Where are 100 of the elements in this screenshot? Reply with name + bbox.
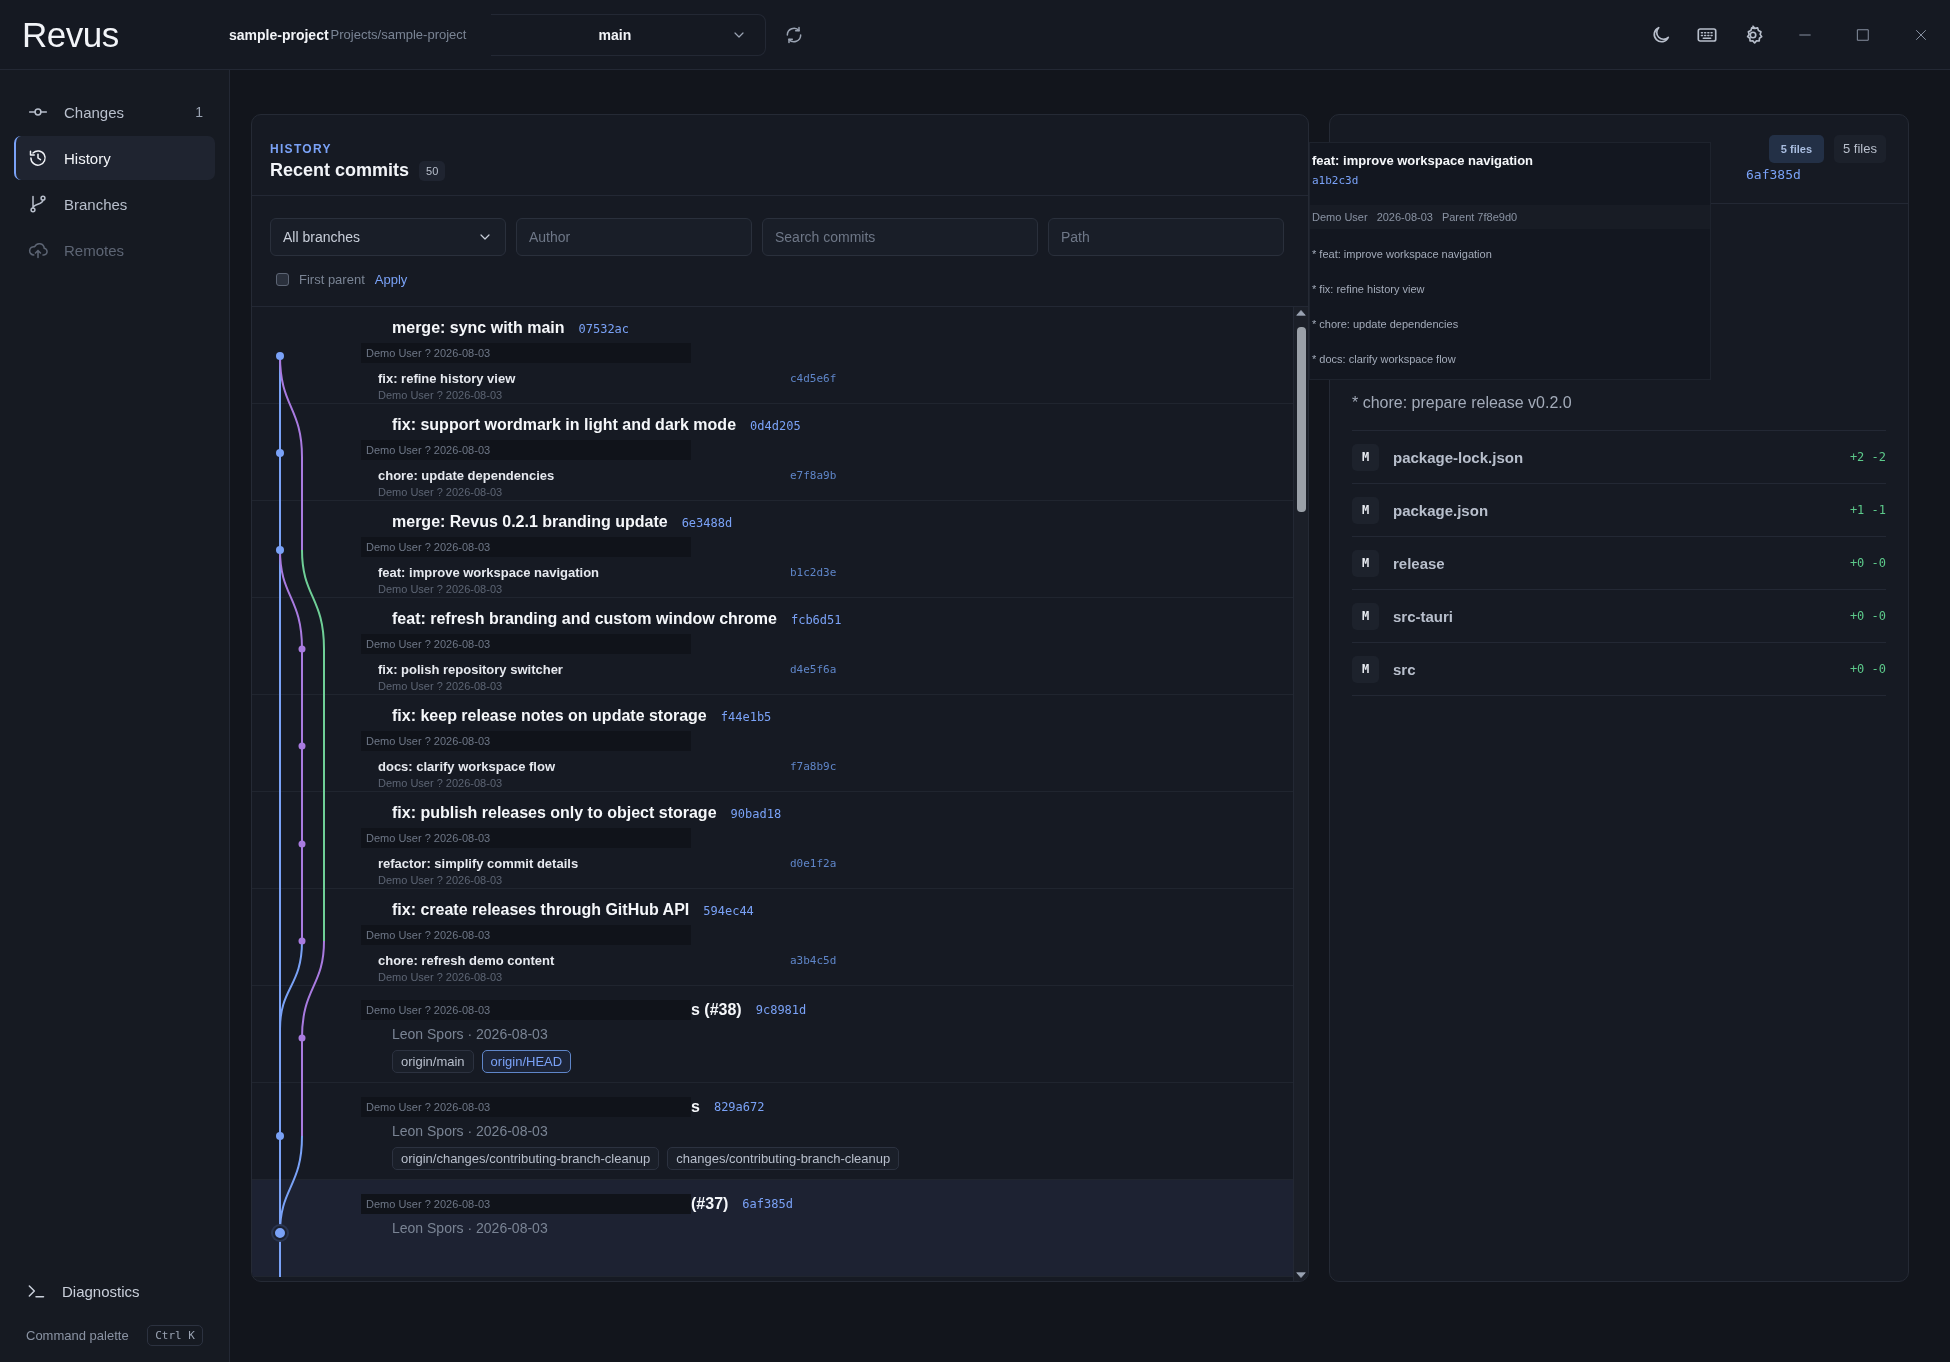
commit-title: fix: support wordmark in light and dark mode: [392, 416, 737, 434]
diff-stat: +2 -2: [1849, 450, 1886, 464]
commit-date: 2026-08-03: [1376, 211, 1433, 223]
commit-dot: [276, 449, 284, 457]
scroll-down-icon[interactable]: [1295, 1269, 1307, 1281]
status-badge: M: [1352, 549, 1379, 577]
commit-row[interactable]: fix: keep release notes on update storage f44e1b5 Demo User ? 2026-08-03 docs: clarify workspace flow f7a8b9c Demo User ? 2026-08-03: [252, 695, 1293, 792]
commit-hash: 6af385d: [742, 1197, 793, 1211]
file-name[interactable]: package.json: [1393, 501, 1850, 519]
commit-author: Leon Spors · 2026-08-03: [392, 1026, 548, 1042]
commit-title: fix: keep release notes on update storage: [392, 707, 707, 725]
commit-hash: a3b4c5d: [790, 953, 837, 967]
commit-meta: Demo User ? 2026-08-03: [378, 971, 503, 983]
commit-row[interactable]: Demo User ? 2026-08-03 s 829a672 Leon Spors · 2026-08-03 origin/changes/contributing-branch-cleanup changes/contributing-branch-cleanup: [252, 1083, 1293, 1180]
commit-title: s (#38): [691, 1001, 742, 1019]
commit-row[interactable]: fix: create releases through GitHub API 594ec44 Demo User ? 2026-08-03 chore: refresh demo content a3b4c5d Demo User ? 2026-08-03: [252, 889, 1293, 986]
status-badge: M: [1352, 602, 1379, 630]
sidebar-item[interactable]: History: [14, 136, 215, 180]
commit-hash: f7a8b9c: [790, 759, 837, 773]
commit-dot: [298, 1034, 306, 1042]
file-name[interactable]: src-tauri: [1393, 607, 1850, 625]
status-badge: M: [1352, 496, 1379, 524]
commit-meta: Demo User ? 2026-08-03: [366, 1198, 491, 1210]
commit-title: chore: refresh demo content: [378, 952, 556, 968]
section-label: HISTORY: [270, 142, 333, 156]
commit-meta: Demo User ? 2026-08-03: [378, 777, 503, 789]
branch-tag: origin/changes/contributing-branch-cleanup: [392, 1147, 660, 1170]
commit-meta: Demo User ? 2026-08-03: [366, 541, 491, 553]
commit-meta: Demo User ? 2026-08-03: [378, 680, 503, 692]
commit-hash: 594ec44: [703, 904, 754, 918]
commit-meta: Demo User ? 2026-08-03: [378, 486, 503, 498]
commit-author: Leon Spors · 2026-08-03: [392, 1123, 548, 1139]
commit-title: merge: Revus 0.2.1 branding update: [392, 513, 668, 531]
file-name[interactable]: package-lock.json: [1393, 448, 1850, 466]
commit-title: (#37): [691, 1195, 729, 1213]
parent-hash: Parent 7f8e9d0: [1441, 211, 1518, 223]
commit-hash: 6af385d: [1746, 167, 1801, 182]
branch-tag: origin/main: [392, 1050, 474, 1073]
command-palette-label[interactable]: Command palette: [26, 1328, 129, 1343]
commit-hash: 9c8981d: [755, 1003, 807, 1017]
panel-title: Recent commits: [270, 160, 410, 181]
files-tab[interactable]: 5 files: [1768, 135, 1825, 163]
commit-title: chore: update dependencies: [378, 467, 556, 483]
diff-stat: +1 -1: [1849, 503, 1886, 517]
commit-row[interactable]: fix: support wordmark in light and dark mode 0d4d205 Demo User ? 2026-08-03 chore: update dependencies e7f8a9b Demo User ? 2026-08-03: [252, 404, 1293, 501]
sidebar-item[interactable]: Branches: [14, 182, 215, 226]
cloud-upload-icon: [28, 240, 48, 260]
commit-meta: Demo User ? 2026-08-03: [366, 444, 491, 456]
commit-row[interactable]: merge: sync with main 07532ac Demo User ? 2026-08-03 fix: refine history view c4d5e6f Demo User ? 2026-08-03: [252, 307, 1293, 404]
diagnostics-item[interactable]: Diagnostics: [14, 1271, 215, 1311]
tooltip-title: feat: improve workspace navigation: [1311, 153, 1535, 168]
commit-row[interactable]: Demo User ? 2026-08-03 (#37) 6af385d Leon Spors · 2026-08-03: [252, 1180, 1293, 1277]
commit-title: refactor: simplify commit details: [378, 855, 580, 871]
commit-dot: [271, 1224, 289, 1242]
author-field[interactable]: Author: [516, 218, 752, 256]
file-name[interactable]: src: [1393, 660, 1850, 678]
commit-title: fix: publish releases only to object storage: [392, 804, 717, 822]
search-field[interactable]: Search commits: [762, 218, 1038, 256]
first-parent-checkbox[interactable]: [276, 273, 289, 286]
diff-stat: +0 -0: [1849, 609, 1886, 623]
commit-meta: Demo User ? 2026-08-03: [366, 638, 491, 650]
commit-title: docs: clarify workspace flow: [378, 758, 556, 774]
commit-meta: Demo User ? 2026-08-03: [378, 874, 503, 886]
apply-link[interactable]: Apply: [374, 272, 408, 287]
commit-title: feat: improve workspace navigation: [378, 564, 601, 580]
scrollbar-thumb[interactable]: [1296, 327, 1306, 512]
commit-hash: d0e1f2a: [790, 856, 837, 870]
path-field[interactable]: Path: [1048, 218, 1284, 256]
commit-row[interactable]: fix: publish releases only to object storage 90bad18 Demo User ? 2026-08-03 refactor: simplify commit details d0e1f2a Demo User ? 2026-08-03: [252, 792, 1293, 889]
commit-meta: Demo User ? 2026-08-03: [366, 832, 491, 844]
commit-hash: c4d5e6f: [790, 371, 837, 385]
commit-hash: 07532ac: [578, 322, 630, 336]
status-badge: M: [1352, 655, 1379, 683]
count-badge: 50: [419, 160, 446, 181]
commit-hash: 0d4d205: [750, 419, 801, 433]
commit-row[interactable]: feat: refresh branding and custom window chrome fcb6d51 Demo User ? 2026-08-03 fix: polish repository switcher d4e5f6a Demo User ? 2026-08-03: [252, 598, 1293, 695]
diff-stat: +0 -0: [1849, 662, 1886, 676]
repository-name[interactable]: sample-project: [229, 26, 329, 43]
shortcut-key: Ctrl K: [147, 1325, 203, 1346]
commit-title: s: [691, 1098, 700, 1116]
commit-row[interactable]: merge: Revus 0.2.1 branding update 6e3488d Demo User ? 2026-08-03 feat: improve workspace navigation b1c2d3e Demo User ? 2026-08-03: [252, 501, 1293, 598]
commit-hash: fcb6d51: [790, 613, 842, 627]
commit-hash: f44e1b5: [720, 710, 772, 724]
branch-icon: [28, 194, 48, 214]
file-name[interactable]: release: [1393, 554, 1850, 572]
branch-tag: changes/contributing-branch-cleanup: [667, 1147, 900, 1170]
branch-filter-dropdown[interactable]: All branches: [270, 218, 506, 256]
commit-hash: b1c2d3e: [790, 565, 837, 579]
branch-selector[interactable]: main: [490, 13, 766, 56]
checkbox-label: First parent: [299, 272, 365, 287]
scroll-up-icon[interactable]: [1295, 307, 1307, 319]
commit-row[interactable]: Demo User ? 2026-08-03 s (#38) 9c8981d Leon Spors · 2026-08-03 origin/main origin/HEAD: [252, 986, 1293, 1083]
branch-tag: origin/HEAD: [481, 1050, 572, 1073]
commit-dot: [276, 352, 284, 360]
commit-hash: 90bad18: [730, 807, 782, 821]
sidebar-item[interactable]: Changes 1: [14, 90, 215, 134]
scrollbar[interactable]: [1293, 307, 1308, 1281]
commit-title: feat: refresh branding and custom window chrome: [392, 610, 777, 628]
status-badge: M: [1352, 443, 1379, 471]
files-tab[interactable]: 5 files: [1834, 135, 1886, 163]
